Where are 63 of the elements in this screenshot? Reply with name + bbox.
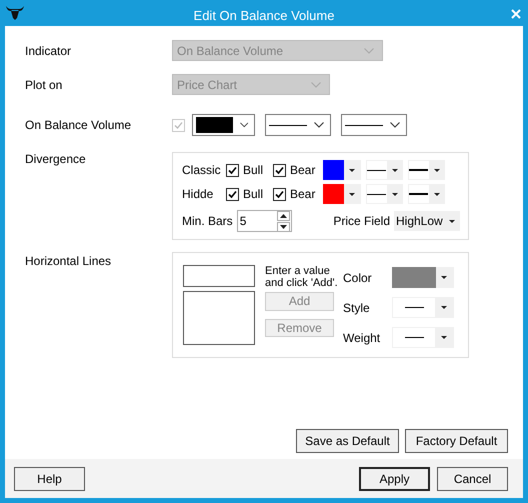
caret-icon [441,276,447,279]
caret-icon [434,192,440,196]
field-label: Plot on [25,78,64,92]
field-label: Style [343,300,371,314]
line-weight-dropdown[interactable] [392,327,454,348]
caret-icon [441,306,447,309]
up-arrow-icon[interactable] [280,214,287,218]
default-button[interactable]: Save as Default [296,429,399,453]
line-style-dropdown[interactable] [265,114,331,136]
chevron-icon [311,82,321,88]
caret-icon [441,336,447,339]
line-weight-dropdown[interactable] [408,160,445,180]
caret-icon [349,192,355,196]
check-icon [274,188,285,200]
field-label: Min. Bars [182,214,233,228]
check-icon [274,164,285,176]
line-weight-dropdown[interactable] [408,184,445,204]
section-label: Horizontal Lines [25,254,112,268]
bull-checkbox[interactable]: Bull [226,163,273,177]
close-icon[interactable] [511,9,521,19]
field-label: Price Field [333,214,390,228]
values-list[interactable] [183,291,255,345]
chevron-icon [314,122,324,128]
line-style-dropdown[interactable] [366,160,403,180]
color-dropdown[interactable] [392,267,454,288]
color-dropdown[interactable] [323,184,361,204]
value-input-field[interactable] [183,265,255,287]
field-label: Color [343,270,373,284]
chevron-icon [240,122,248,128]
dialog-button[interactable]: Apply [359,466,430,490]
line-weight-dropdown[interactable] [341,114,407,136]
line-style-dropdown[interactable] [392,297,454,318]
hint-text: Enter a value and click 'Add'. [265,265,339,289]
min-bars-spinner[interactable]: 5 [236,210,292,232]
caret-icon [392,192,398,196]
bear-checkbox[interactable]: Bear [273,187,320,201]
color-dropdown[interactable] [323,160,361,180]
bull-checkbox[interactable]: Bull [226,187,273,201]
chevron-icon [390,122,400,128]
caret-icon [349,168,355,172]
chevron-icon [364,48,374,54]
check-icon [227,188,238,200]
caret-icon [392,168,398,172]
row-label: Hidde [182,187,214,201]
bear-checkbox[interactable]: Bear [273,163,320,177]
field-label: On Balance Volume [25,118,132,132]
check-icon [227,164,238,176]
down-arrow-icon[interactable] [280,224,287,228]
check-icon [173,120,184,130]
field-label: Indicator [25,44,72,58]
row-label: Classic [182,163,222,177]
default-button[interactable]: Factory Default [405,429,508,453]
help-button[interactable]: Help [14,466,85,490]
caret-icon [434,168,440,172]
bull-head-icon [5,5,25,21]
price-field-dropdown[interactable]: HighLow [394,211,460,231]
line-style-dropdown[interactable] [366,184,403,204]
field-label: Weight [343,330,382,344]
dialog-button[interactable]: Cancel [437,466,508,490]
color-dropdown[interactable] [192,114,255,136]
caret-icon [449,220,455,222]
section-label: Divergence [25,152,87,166]
window-title: Edit On Balance Volume [194,6,334,22]
